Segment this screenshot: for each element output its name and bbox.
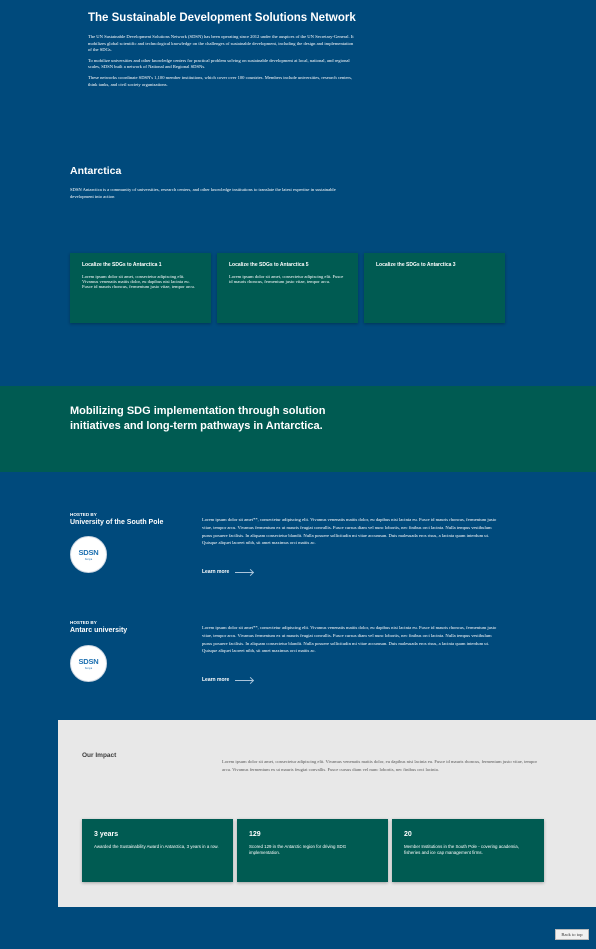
intro-paragraph: The UN Sustainable Development Solutions… xyxy=(88,34,354,53)
logo-text: SDSN xyxy=(78,548,99,557)
stat-value: 3 years xyxy=(94,831,119,838)
mission-banner: Mobilizing SDG implementation through so… xyxy=(0,386,596,472)
logo-subtext: Kenya xyxy=(84,667,93,670)
host-name: Antarc university xyxy=(70,627,128,634)
intro-title: The Sustainable Development Solutions Ne… xyxy=(88,12,356,24)
learn-more-link[interactable]: Learn more xyxy=(202,677,229,683)
stat-card: 3 years Awarded the Sustainability Award… xyxy=(82,819,233,882)
logo-text: SDSN xyxy=(78,657,99,666)
stat-text: Member Institutions in the South Pole - … xyxy=(404,844,519,855)
antarctica-section: Antarctica SDSN Antarctica is a communit… xyxy=(70,165,360,201)
intro-paragraph: These networks coordinate SDSN's 1,100 m… xyxy=(88,74,353,87)
antarctica-description: SDSN Antarctica is a community of univer… xyxy=(70,187,336,199)
stat-card: 129 Scored 129 in the Antarctic region f… xyxy=(237,819,388,882)
stat-value: 129 xyxy=(249,831,261,838)
stat-text: Awarded the Sustainability Award in Anta… xyxy=(94,844,219,849)
arrow-right-icon[interactable] xyxy=(235,572,253,573)
card-title: Localize the SDGs to Antarctica 5 xyxy=(229,262,309,268)
intro-paragraph: To mobilize universities and other knowl… xyxy=(88,57,350,70)
impact-description: Lorem ipsum dolor sit amet, consectetur … xyxy=(222,759,538,772)
intro-section: The Sustainable Development Solutions Ne… xyxy=(88,12,358,92)
host-name: University of the South Pole xyxy=(70,519,164,526)
back-to-top-button[interactable]: Back to top xyxy=(555,929,589,940)
banner-heading: Mobilizing SDG implementation through so… xyxy=(70,405,326,432)
host-description: Lorem ipsum dolor sit amet**, consectetu… xyxy=(202,625,497,654)
card-title: Localize the SDGs to Antarctica 3 xyxy=(376,262,456,268)
hosted-by-label: HOSTED BY xyxy=(70,512,97,517)
card-title: Localize the SDGs to Antarctica 1 xyxy=(82,262,162,268)
initiative-card-1[interactable]: Localize the SDGs to Antarctica 1 Lorem … xyxy=(70,253,211,323)
hosted-by-label: HOSTED BY xyxy=(70,620,97,625)
initiative-card-3[interactable]: Localize the SDGs to Antarctica 3 xyxy=(364,253,505,323)
arrow-right-icon[interactable] xyxy=(235,680,253,681)
logo-subtext: Kenya xyxy=(84,558,93,561)
stat-card: 20 Member Institutions in the South Pole… xyxy=(392,819,544,882)
impact-section: Our Impact Lorem ipsum dolor sit amet, c… xyxy=(58,720,596,907)
stat-value: 20 xyxy=(404,831,412,838)
sdsn-logo: SDSN Kenya xyxy=(70,645,107,682)
initiative-card-5[interactable]: Localize the SDGs to Antarctica 5 Lorem … xyxy=(217,253,358,323)
host-description: Lorem ipsum dolor sit amet**, consectetu… xyxy=(202,517,497,546)
card-text: Lorem ipsum dolor sit amet, consectetur … xyxy=(229,274,344,285)
learn-more-link[interactable]: Learn more xyxy=(202,569,229,575)
card-text: Lorem ipsum dolor sit amet, consectetur … xyxy=(82,274,195,290)
impact-title: Our Impact xyxy=(82,752,117,759)
antarctica-title: Antarctica xyxy=(70,165,122,177)
sdsn-logo: SDSN Kenya xyxy=(70,536,107,573)
stat-text: Scored 129 in the Antarctic region for d… xyxy=(249,844,347,855)
